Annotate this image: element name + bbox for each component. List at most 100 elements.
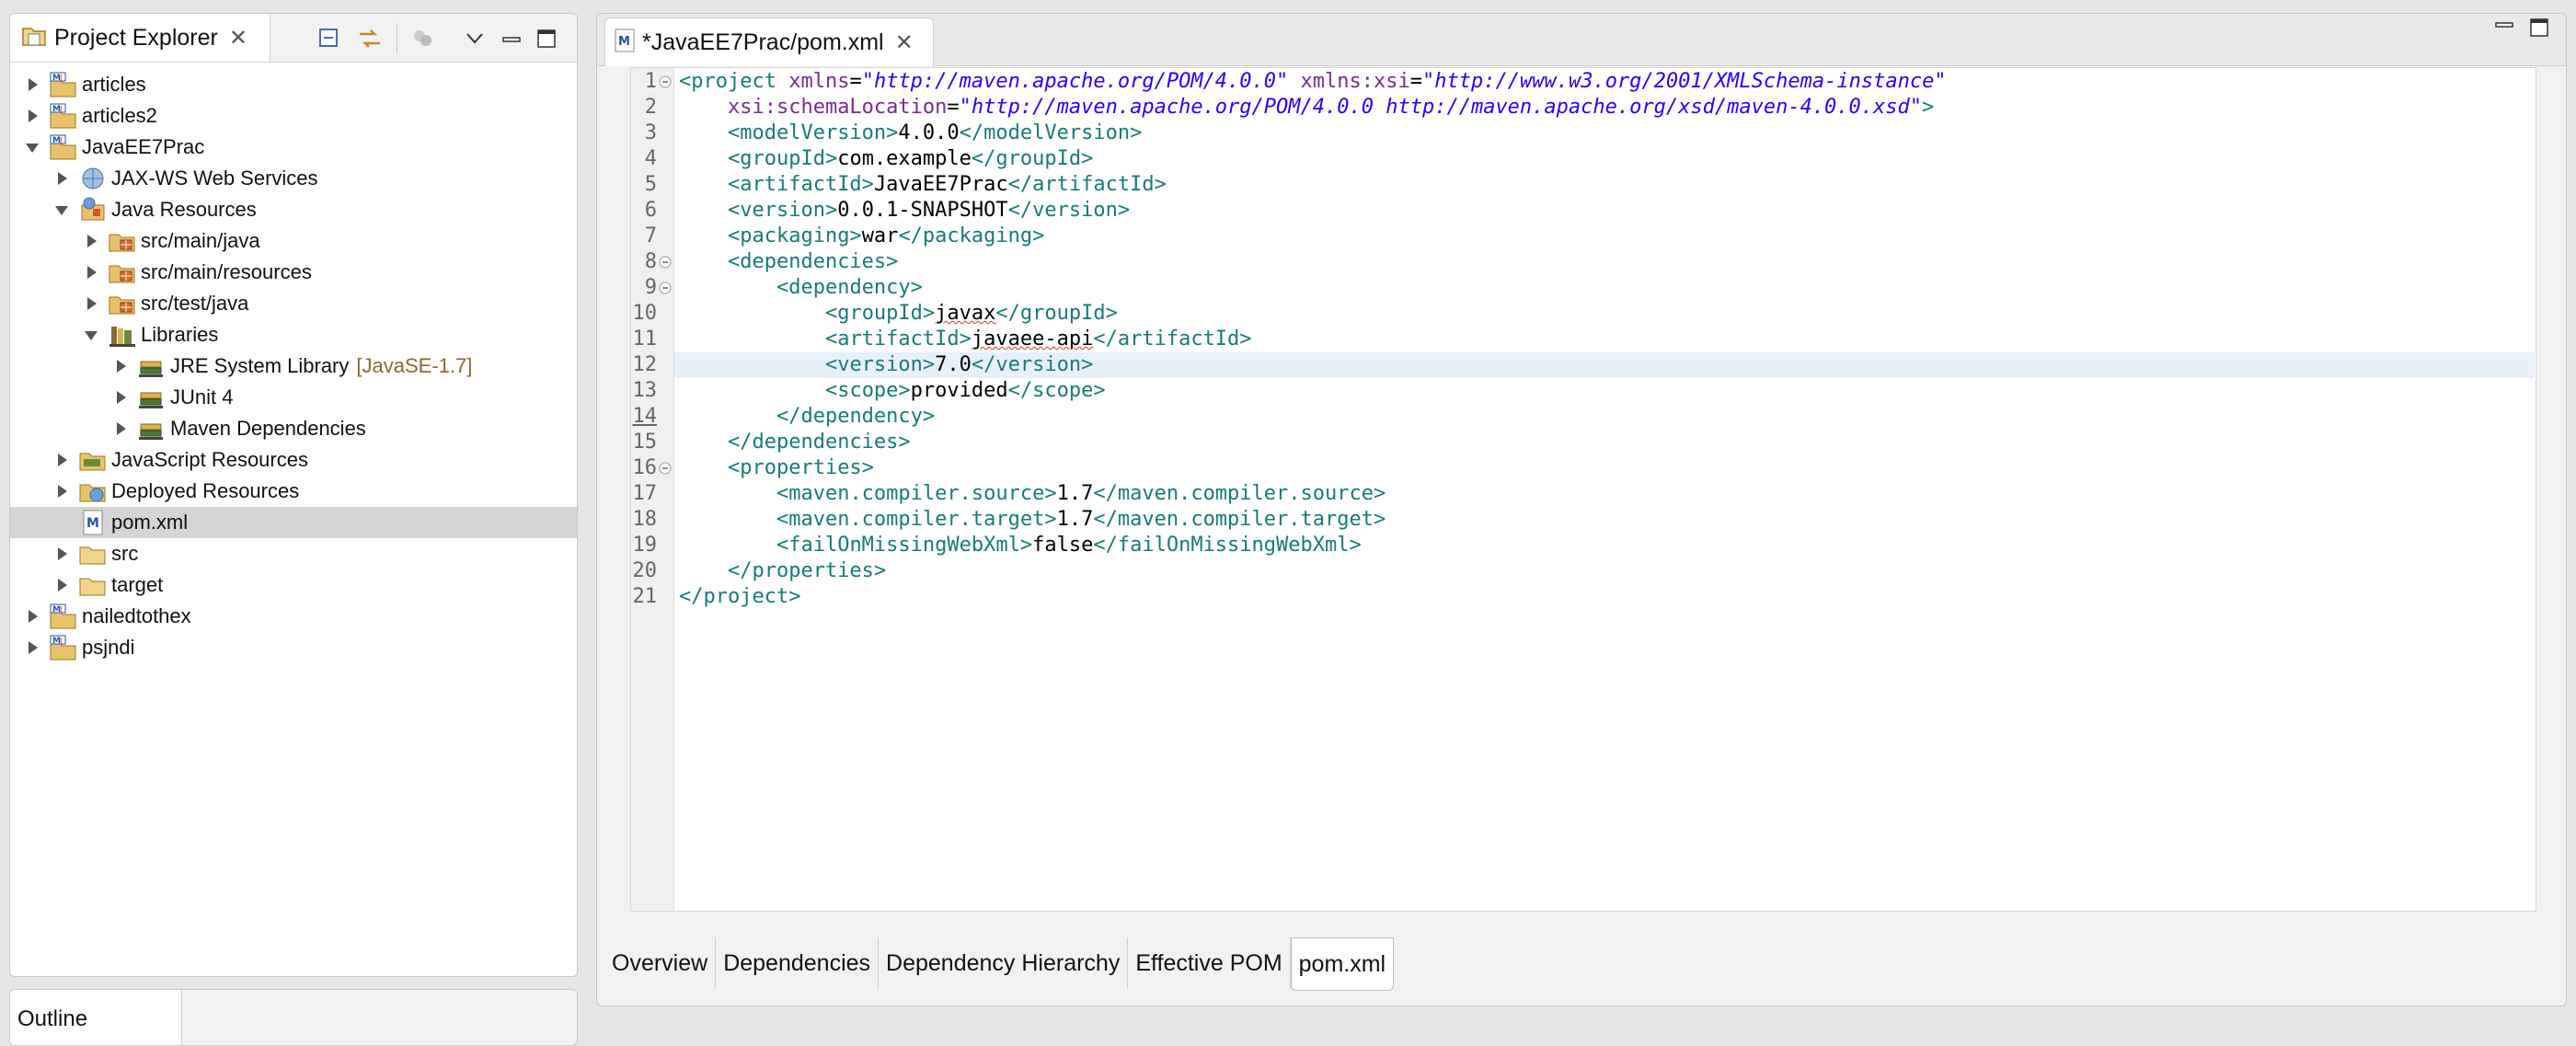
fold-collapse-icon[interactable] xyxy=(659,256,672,269)
view-menu-chevron-icon[interactable] xyxy=(461,25,489,52)
tab-dependencies[interactable]: Dependencies xyxy=(716,937,880,989)
tree-item-label: Deployed Resources xyxy=(111,479,300,502)
tree-item-label: Maven Dependencies xyxy=(170,417,366,440)
project-tree: M Jarticles M Jarticles2 M J JavaEE7Prac JAX-WS… xyxy=(10,69,577,663)
line-number: 10 xyxy=(632,302,658,325)
project-explorer-title: Project Explorer xyxy=(54,24,218,51)
library-icon xyxy=(137,384,167,411)
line-number: 18 xyxy=(632,508,658,531)
source-editor[interactable]: 1 2 3 4 5 6 7 8 9 10 11 12 13 14 15 16 17 18 19 20 21 <proje… xyxy=(630,67,2536,912)
collapsed-triangle-icon[interactable] xyxy=(23,607,41,626)
tree-item[interactable]: JAX-WS Web Services xyxy=(10,163,577,194)
collapsed-triangle-icon[interactable] xyxy=(52,576,71,594)
line-number: 9 xyxy=(644,276,657,299)
tree-item[interactable]: src xyxy=(10,538,577,569)
tree-item[interactable]: Deployed Resources xyxy=(10,476,577,507)
collapsed-triangle-icon[interactable] xyxy=(52,169,71,188)
outline-title: Outline xyxy=(17,1006,88,1031)
tree-item-label: JavaEE7Prac xyxy=(82,135,205,158)
fold-collapse-icon[interactable] xyxy=(659,462,672,475)
editor-tab-pom[interactable]: M *JavaEE7Prac/pom.xml ✕ xyxy=(604,17,934,66)
code-line-7: <packaging>war</packaging> xyxy=(727,224,1045,247)
line-number: 1 xyxy=(644,70,657,93)
tab-overview[interactable]: Overview xyxy=(604,937,717,989)
tree-item[interactable]: M Jnailedtothex xyxy=(10,601,577,632)
tab-effective-pom[interactable]: Effective POM xyxy=(1128,937,1291,989)
svg-text:M: M xyxy=(86,516,99,531)
editor-maximize-icon[interactable] xyxy=(2529,17,2549,43)
minimize-icon[interactable] xyxy=(498,25,525,52)
tree-item[interactable]: JRE System Library [JavaSE-1.7] xyxy=(10,351,577,382)
project-explorer-tab[interactable]: Project Explorer ✕ xyxy=(10,14,270,62)
code-line-2: xsi:schemaLocation="http://maven.apache.… xyxy=(727,96,1935,119)
maximize-icon[interactable] xyxy=(533,25,560,52)
svg-text:J: J xyxy=(59,74,62,82)
collapsed-triangle-icon[interactable] xyxy=(23,75,41,94)
tree-item[interactable]: JUnit 4 xyxy=(10,382,577,413)
tree-item[interactable]: src/main/java xyxy=(10,225,577,257)
collapsed-triangle-icon[interactable] xyxy=(52,482,71,500)
tree-item[interactable]: JavaScript Resources xyxy=(10,444,577,476)
collapsed-triangle-icon[interactable] xyxy=(82,263,100,282)
line-number: 3 xyxy=(644,121,657,144)
code-line-16: <properties> xyxy=(727,456,874,479)
code-line-21: </project> xyxy=(679,585,801,608)
tree-item[interactable]: M J JavaEE7Prac xyxy=(10,132,577,163)
line-number: 14 xyxy=(632,405,658,428)
line-number: 12 xyxy=(632,353,658,376)
fold-collapse-icon[interactable] xyxy=(659,282,672,294)
tree-item[interactable]: target xyxy=(10,569,577,601)
tree-item[interactable]: Java Resources xyxy=(10,194,577,225)
web-services-icon xyxy=(78,165,108,192)
code-line-14: </dependency> xyxy=(776,405,936,428)
libraries-icon xyxy=(108,321,137,349)
tree-item[interactable]: M Jarticles2 xyxy=(10,100,577,132)
maven-project-icon: MJ xyxy=(49,634,78,661)
collapsed-triangle-icon[interactable] xyxy=(23,107,41,125)
tree-item-label: JRE System Library xyxy=(170,354,350,377)
editor-minimize-icon[interactable] xyxy=(2494,17,2514,43)
tree-item-label: JavaScript Resources xyxy=(111,448,308,471)
tree-item[interactable]: M Jarticles xyxy=(10,69,577,100)
collapsed-triangle-icon[interactable] xyxy=(52,545,71,563)
library-icon xyxy=(137,352,167,380)
code-line-11: <artifactId>javaee-api</artifactId> xyxy=(824,328,1252,351)
tab-pom-xml[interactable]: pom.xml xyxy=(1290,937,1395,991)
maven-file-icon: M xyxy=(78,509,108,536)
maven-project-icon: MJ xyxy=(49,102,78,130)
library-icon xyxy=(137,415,167,443)
expanded-triangle-icon[interactable] xyxy=(82,326,100,344)
collapse-all-icon[interactable] xyxy=(316,25,343,52)
outline-tab[interactable]: Outline xyxy=(10,990,182,1045)
javascript-resources-icon xyxy=(78,446,108,474)
collapsed-triangle-icon[interactable] xyxy=(82,294,100,313)
tree-item[interactable]: Mpom.xml xyxy=(10,507,577,538)
tree-item-label: JUnit 4 xyxy=(170,385,234,408)
close-editor-icon[interactable]: ✕ xyxy=(895,29,914,56)
collapsed-triangle-icon[interactable] xyxy=(82,232,100,250)
tree-item[interactable]: src/main/resources xyxy=(10,257,577,288)
java-resources-icon xyxy=(78,196,108,224)
collapsed-triangle-icon[interactable] xyxy=(23,638,41,657)
collapsed-triangle-icon[interactable] xyxy=(111,420,130,438)
tree-item[interactable]: M Jpsjndi xyxy=(10,632,577,663)
tree-item[interactable]: Libraries xyxy=(10,319,577,351)
collapsed-triangle-icon[interactable] xyxy=(111,357,130,375)
link-with-editor-icon[interactable] xyxy=(356,25,384,52)
outline-panel: Outline xyxy=(9,989,578,1046)
collapsed-triangle-icon[interactable] xyxy=(52,451,71,469)
expanded-triangle-icon[interactable] xyxy=(52,201,71,219)
tree-item[interactable]: src/test/java xyxy=(10,288,577,319)
close-icon[interactable]: ✕ xyxy=(229,25,247,52)
expanded-triangle-icon[interactable] xyxy=(23,138,41,156)
tree-item-label: src/test/java xyxy=(141,292,249,315)
tab-dependency-hierarchy[interactable]: Dependency Hierarchy xyxy=(879,937,1129,989)
code-line-3: <modelVersion>4.0.0</modelVersion> xyxy=(727,121,1143,144)
source-folder-icon xyxy=(108,290,137,317)
tree-item-label: Java Resources xyxy=(111,198,257,221)
tree-item[interactable]: Maven Dependencies xyxy=(10,413,577,444)
line-number: 5 xyxy=(644,173,657,196)
fold-collapse-icon[interactable] xyxy=(659,75,672,88)
collapsed-triangle-icon[interactable] xyxy=(111,388,130,407)
view-menu-filter-icon[interactable] xyxy=(409,25,437,52)
